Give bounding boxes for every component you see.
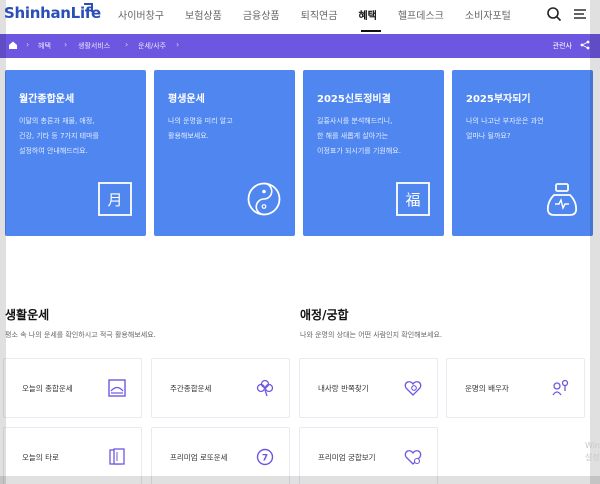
- yin-yang-icon: [247, 182, 281, 216]
- nav-financial-products[interactable]: 금융상품: [243, 7, 280, 22]
- overlay-edge-left: [0, 0, 6, 484]
- service-label: 프리미엄 로또운세: [170, 453, 228, 462]
- svg-text:月: 月: [107, 191, 122, 209]
- moon-calendar-icon: 月: [98, 182, 132, 216]
- money-bag-icon: [546, 183, 578, 216]
- service-find-my-half[interactable]: 내사랑 반쪽찾기: [299, 358, 438, 418]
- card-title: 2025신토정비결: [317, 94, 391, 105]
- lotto-ball-icon: 7: [256, 448, 274, 466]
- service-label: 프리미엄 궁합보기: [318, 453, 376, 462]
- overlay-edge-right: [590, 0, 600, 484]
- service-today-fortune[interactable]: 오늘의 종합운세: [3, 358, 142, 418]
- card-description: 길흉사시를 분석해드리니, 한 해를 새롭게 살아가는 이정표가 되시기를 기원해요…: [317, 117, 401, 155]
- card-tojeong-secret[interactable]: 2025신토정비결 길흉사시를 분석해드리니, 한 해를 새롭게 살아가는 이정표가…: [303, 70, 444, 236]
- nav-insurance-products[interactable]: 보험상품: [185, 7, 222, 22]
- home-icon[interactable]: [8, 40, 18, 50]
- card-description: 나의 나고난 부자운은 과연 얼마나 될까요?: [466, 117, 544, 140]
- overlay-edge-bottom: [0, 476, 600, 484]
- card-become-rich[interactable]: 2025부자되기 나의 나고난 부자운은 과연 얼마나 될까요?: [452, 70, 593, 236]
- breadcrumb-item-benefits[interactable]: 혜택: [38, 41, 51, 51]
- breadcrumb-item-fortune[interactable]: 운세/사주: [138, 41, 166, 51]
- logo-mark-icon: [84, 3, 93, 12]
- sunrise-icon: [108, 379, 126, 397]
- nav-retirement-pension[interactable]: 퇴직연금: [301, 7, 338, 22]
- service-label: 내사랑 반쪽찾기: [318, 384, 369, 393]
- card-monthly-fortune[interactable]: 월간종합운세 이달의 총론과 재물, 애정, 건강, 기타 등 7가지 테마를 설정…: [5, 70, 146, 236]
- share-icon[interactable]: [580, 40, 590, 50]
- service-weekly-fortune[interactable]: 주간종합운세: [151, 358, 290, 418]
- search-icon[interactable]: [546, 6, 562, 22]
- card-title: 평생운세: [168, 94, 205, 105]
- section-title-love-compat: 애정/궁합: [300, 308, 349, 322]
- main-nav: 사이버창구 보험상품 금융상품 퇴직연금 혜택 헬프데스크 소비자포털: [118, 7, 532, 22]
- service-label: 주간종합운세: [170, 384, 212, 393]
- chevron-right-icon: ›: [64, 40, 68, 49]
- heart-link-icon: [404, 450, 422, 465]
- fortune-icon: 福: [396, 182, 430, 216]
- chevron-right-icon: ›: [176, 40, 180, 49]
- service-label: 오늘의 타로: [22, 453, 59, 462]
- nav-consumer-portal[interactable]: 소비자포털: [465, 7, 511, 22]
- service-label: 운명의 배우자: [465, 384, 509, 393]
- service-label: 오늘의 종합운세: [22, 384, 73, 393]
- os-activation-watermark: Win 설정: [584, 441, 600, 462]
- section-description: 나와 운명의 상대는 어떤 사람인지 확인해보세요.: [300, 331, 443, 339]
- section-title-life-fortune: 생활운세: [5, 308, 50, 322]
- tarot-cards-icon: [109, 448, 125, 465]
- related-link[interactable]: 관련사: [553, 41, 572, 51]
- menu-icon[interactable]: [572, 6, 588, 22]
- site-header: ShinhanLife 사이버창구 보험상품 금융상품 퇴직연금 혜택 헬프데스…: [0, 0, 600, 34]
- nav-help-desk[interactable]: 헬프데스크: [398, 7, 444, 22]
- card-title: 월간종합운세: [19, 94, 75, 105]
- clover-icon: [256, 379, 274, 397]
- card-title: 2025부자되기: [466, 94, 531, 105]
- svg-text:福: 福: [405, 191, 420, 209]
- couple-icon: [552, 379, 569, 396]
- nav-benefits[interactable]: 혜택: [358, 7, 376, 22]
- breadcrumb-item-life-service[interactable]: 생활서비스: [78, 41, 110, 51]
- card-lifetime-fortune[interactable]: 평생운세 나의 운명을 미리 알고 활용해보세요.: [154, 70, 295, 236]
- card-description: 이달의 총론과 재물, 애정, 건강, 기타 등 7가지 테마를 설정하여 안내해드…: [19, 117, 99, 155]
- section-description: 평소 속 나의 운세를 확인하시고 적극 활용해보세요.: [5, 331, 156, 339]
- breadcrumb: › 혜택 › 생활서비스 › 운세/사주 › 관련사: [0, 34, 600, 58]
- heart-search-icon: [404, 381, 422, 396]
- service-destined-spouse[interactable]: 운명의 배우자: [446, 358, 585, 418]
- nav-cyber-counter[interactable]: 사이버창구: [118, 7, 164, 22]
- nav-active-indicator: [361, 30, 381, 32]
- svg-text:7: 7: [262, 454, 268, 464]
- chevron-right-icon: ›: [26, 40, 30, 49]
- card-description: 나의 운명을 미리 알고 활용해보세요.: [168, 117, 233, 140]
- chevron-right-icon: ›: [125, 40, 129, 49]
